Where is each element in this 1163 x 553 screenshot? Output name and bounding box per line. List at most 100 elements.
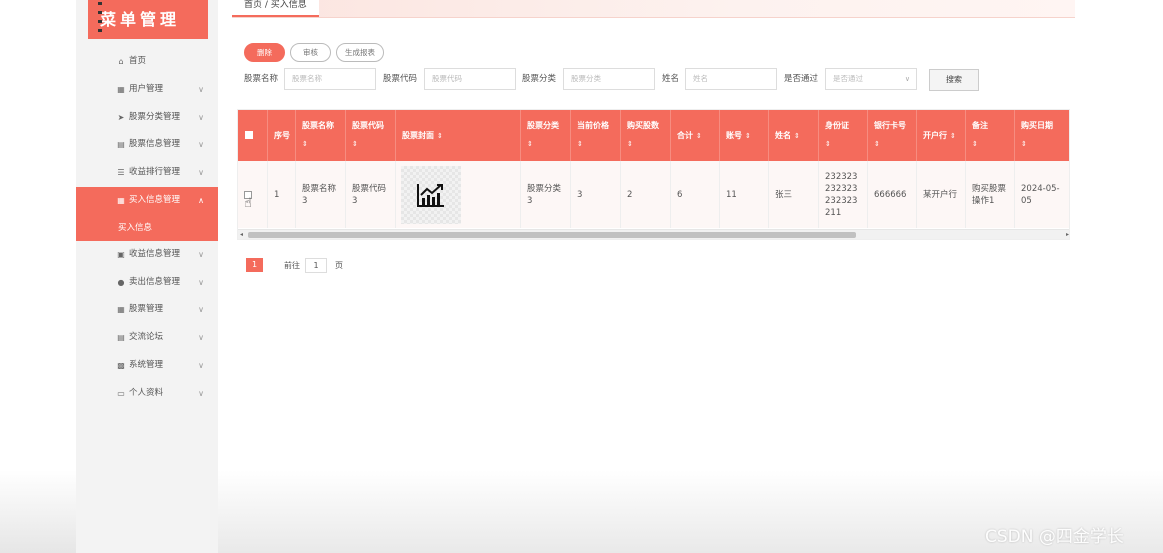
cell-date: 2024-05-05 xyxy=(1015,161,1069,228)
sidebar-item-3[interactable]: ▤ 股票信息管理 ∨ xyxy=(76,131,218,159)
header-label: 购买日期 xyxy=(1021,121,1053,130)
sidebar-item-4[interactable]: ☰ 收益排行管理 ∨ xyxy=(76,159,218,187)
scroll-right-arrow-icon[interactable]: ▸ xyxy=(1066,230,1069,239)
chevron-down-icon: ∨ xyxy=(198,84,204,94)
scrollbar-thumb[interactable] xyxy=(248,232,856,238)
header-label: 序号 xyxy=(274,131,290,140)
goto-page-input[interactable]: 1 xyxy=(305,258,327,273)
header-label: 股票封面 xyxy=(402,131,434,140)
sort-icon[interactable]: ⇕ xyxy=(972,138,1014,150)
sidebar-item-5[interactable]: ▦ 买入信息管理 ∧ xyxy=(76,186,218,215)
horizontal-scrollbar[interactable]: ◂ ▸ xyxy=(238,229,1069,239)
sidebar-item-6[interactable]: ▣ 收益信息管理 ∨ xyxy=(76,241,218,269)
grid-icon: ▦ xyxy=(117,305,125,315)
col-account[interactable]: 账号 ⇕ xyxy=(720,110,769,161)
sidebar-item-9[interactable]: ▤ 交流论坛 ∨ xyxy=(76,324,218,352)
chevron-down-icon: ∨ xyxy=(198,333,204,343)
col-stock-name[interactable]: 股票名称 ⇕ xyxy=(296,110,346,161)
sort-icon[interactable]: ⇕ xyxy=(874,138,916,150)
audit-button[interactable]: 审核 xyxy=(290,43,331,62)
sort-icon[interactable]: ⇕ xyxy=(1021,138,1069,150)
header-label: 账号 xyxy=(726,131,742,140)
col-total[interactable]: 合计 ⇕ xyxy=(671,110,720,161)
sidebar-item-label: 股票分类管理 xyxy=(129,111,181,122)
col-index: 序号 xyxy=(268,110,296,161)
col-stock-cover[interactable]: 股票封面 ⇕ xyxy=(396,110,521,161)
sidebar-item-8[interactable]: ▦ 股票管理 ∨ xyxy=(76,296,218,324)
header-label: 股票代码 xyxy=(352,121,384,130)
cell-name: 张三 xyxy=(769,161,819,228)
search-button[interactable]: 搜索 xyxy=(929,69,979,91)
table-row: 1 股票名称3 股票代码3 股票分类3 3 2 6 11 张三 23232323232323232… xyxy=(238,161,1069,228)
col-name[interactable]: 姓名 ⇕ xyxy=(769,110,819,161)
sidebar-item-label: 交流论坛 xyxy=(129,332,164,343)
sidebar-item-label: 个人资料 xyxy=(129,387,164,398)
sort-icon[interactable]: ⇕ xyxy=(437,132,443,140)
page-number-current[interactable]: 1 xyxy=(246,258,263,272)
sort-icon[interactable]: ⇕ xyxy=(577,138,620,150)
sidebar-item-0[interactable]: ⌂ 首页 xyxy=(76,48,218,76)
page-suffix-label: 页 xyxy=(335,261,343,270)
briefcase-icon: ▩ xyxy=(117,360,125,370)
row-checkbox-cell[interactable] xyxy=(238,161,268,228)
sidebar-item-11[interactable]: ▭ 个人资料 ∨ xyxy=(76,380,218,408)
home-icon: ⌂ xyxy=(118,57,124,66)
sidebar-item-2[interactable]: ➤ 股票分类管理 ∨ xyxy=(76,104,218,132)
scroll-left-arrow-icon[interactable]: ◂ xyxy=(240,230,243,239)
stock-code-label: 股票代码 xyxy=(383,74,418,84)
select-all-checkbox-box[interactable] xyxy=(245,131,253,139)
breadcrumb[interactable]: 首页 / 买入信息 xyxy=(232,0,319,17)
sidebar-item-label: 首页 xyxy=(129,56,147,66)
cell-category: 股票分类3 xyxy=(521,161,571,228)
sort-icon[interactable]: ⇕ xyxy=(950,132,956,140)
sidebar-subitem-purchase-info[interactable]: 买入信息 xyxy=(76,214,218,241)
approved-label: 是否通过 xyxy=(784,74,819,84)
stock-code-input[interactable]: 股票代码 xyxy=(424,68,516,90)
top-tab-bar: 首页 / 买入信息 xyxy=(232,0,1075,18)
col-bank-card[interactable]: 银行卡号 ⇕ xyxy=(868,110,917,161)
sort-icon[interactable]: ⇕ xyxy=(696,132,702,140)
sort-icon[interactable]: ⇕ xyxy=(527,138,570,150)
col-price[interactable]: 当前价格 ⇕ xyxy=(571,110,621,161)
stock-category-input[interactable]: 股票分类 xyxy=(563,68,655,90)
grid-icon: ▦ xyxy=(117,195,125,205)
sidebar: 菜单管理 ⌂ 首页 ▦ 用户管理 ∨ ➤ 股票分类管理 ∨ ▤ 股票信息管理 ∨ ☰ 收益排行管理 ∨ ▦ 买… xyxy=(76,0,218,553)
header-label: 开户行 xyxy=(923,131,947,140)
sidebar-item-7[interactable]: ● 卖出信息管理 ∨ xyxy=(76,269,218,297)
delete-button[interactable]: 删除 xyxy=(244,43,285,62)
sort-icon[interactable]: ⇕ xyxy=(825,138,867,150)
sidebar-item-10[interactable]: ▩ 系统管理 ∨ xyxy=(76,352,218,380)
stock-cover-image xyxy=(401,165,461,224)
chevron-down-icon: ∨ xyxy=(198,388,204,398)
sidebar-item-label: 买入信息管理 xyxy=(129,194,181,205)
cell-id-card: 232323232323232323211 xyxy=(819,161,868,228)
chevron-up-icon: ∧ xyxy=(198,195,204,205)
stock-name-input[interactable]: 股票名称 xyxy=(284,68,376,90)
col-id-card[interactable]: 身份证 ⇕ xyxy=(819,110,868,161)
col-category[interactable]: 股票分类 ⇕ xyxy=(521,110,571,161)
col-stock-code[interactable]: 股票代码 ⇕ xyxy=(346,110,396,161)
col-shares[interactable]: 购买股数 ⇕ xyxy=(621,110,671,161)
cell-shares: 2 xyxy=(621,161,671,228)
col-date[interactable]: 购买日期 ⇕ xyxy=(1015,110,1069,161)
name-input[interactable]: 姓名 xyxy=(685,68,777,90)
grid-icon: ▦ xyxy=(117,84,125,94)
col-bank[interactable]: 开户行 ⇕ xyxy=(917,110,966,161)
stock-category-label: 股票分类 xyxy=(522,74,557,84)
sort-icon[interactable]: ⇕ xyxy=(627,138,670,150)
approved-select-value: 是否通过 xyxy=(833,74,863,83)
approved-select[interactable]: 是否通过 ∨ xyxy=(825,68,917,90)
sort-icon[interactable]: ⇕ xyxy=(794,132,800,140)
left-gutter xyxy=(0,0,76,553)
sort-icon[interactable]: ⇕ xyxy=(352,138,395,150)
sort-icon[interactable]: ⇕ xyxy=(302,138,345,150)
header-label: 身份证 xyxy=(825,121,849,130)
col-remark[interactable]: 备注 ⇕ xyxy=(966,110,1015,161)
select-all-checkbox[interactable] xyxy=(238,110,268,161)
sort-icon[interactable]: ⇕ xyxy=(745,132,751,140)
name-label: 姓名 xyxy=(662,74,680,84)
chevron-down-icon: ∨ xyxy=(198,140,204,150)
generate-report-button[interactable]: 生成报表 xyxy=(336,43,384,62)
cell-index: 1 xyxy=(268,161,296,228)
sidebar-item-1[interactable]: ▦ 用户管理 ∨ xyxy=(76,76,218,104)
